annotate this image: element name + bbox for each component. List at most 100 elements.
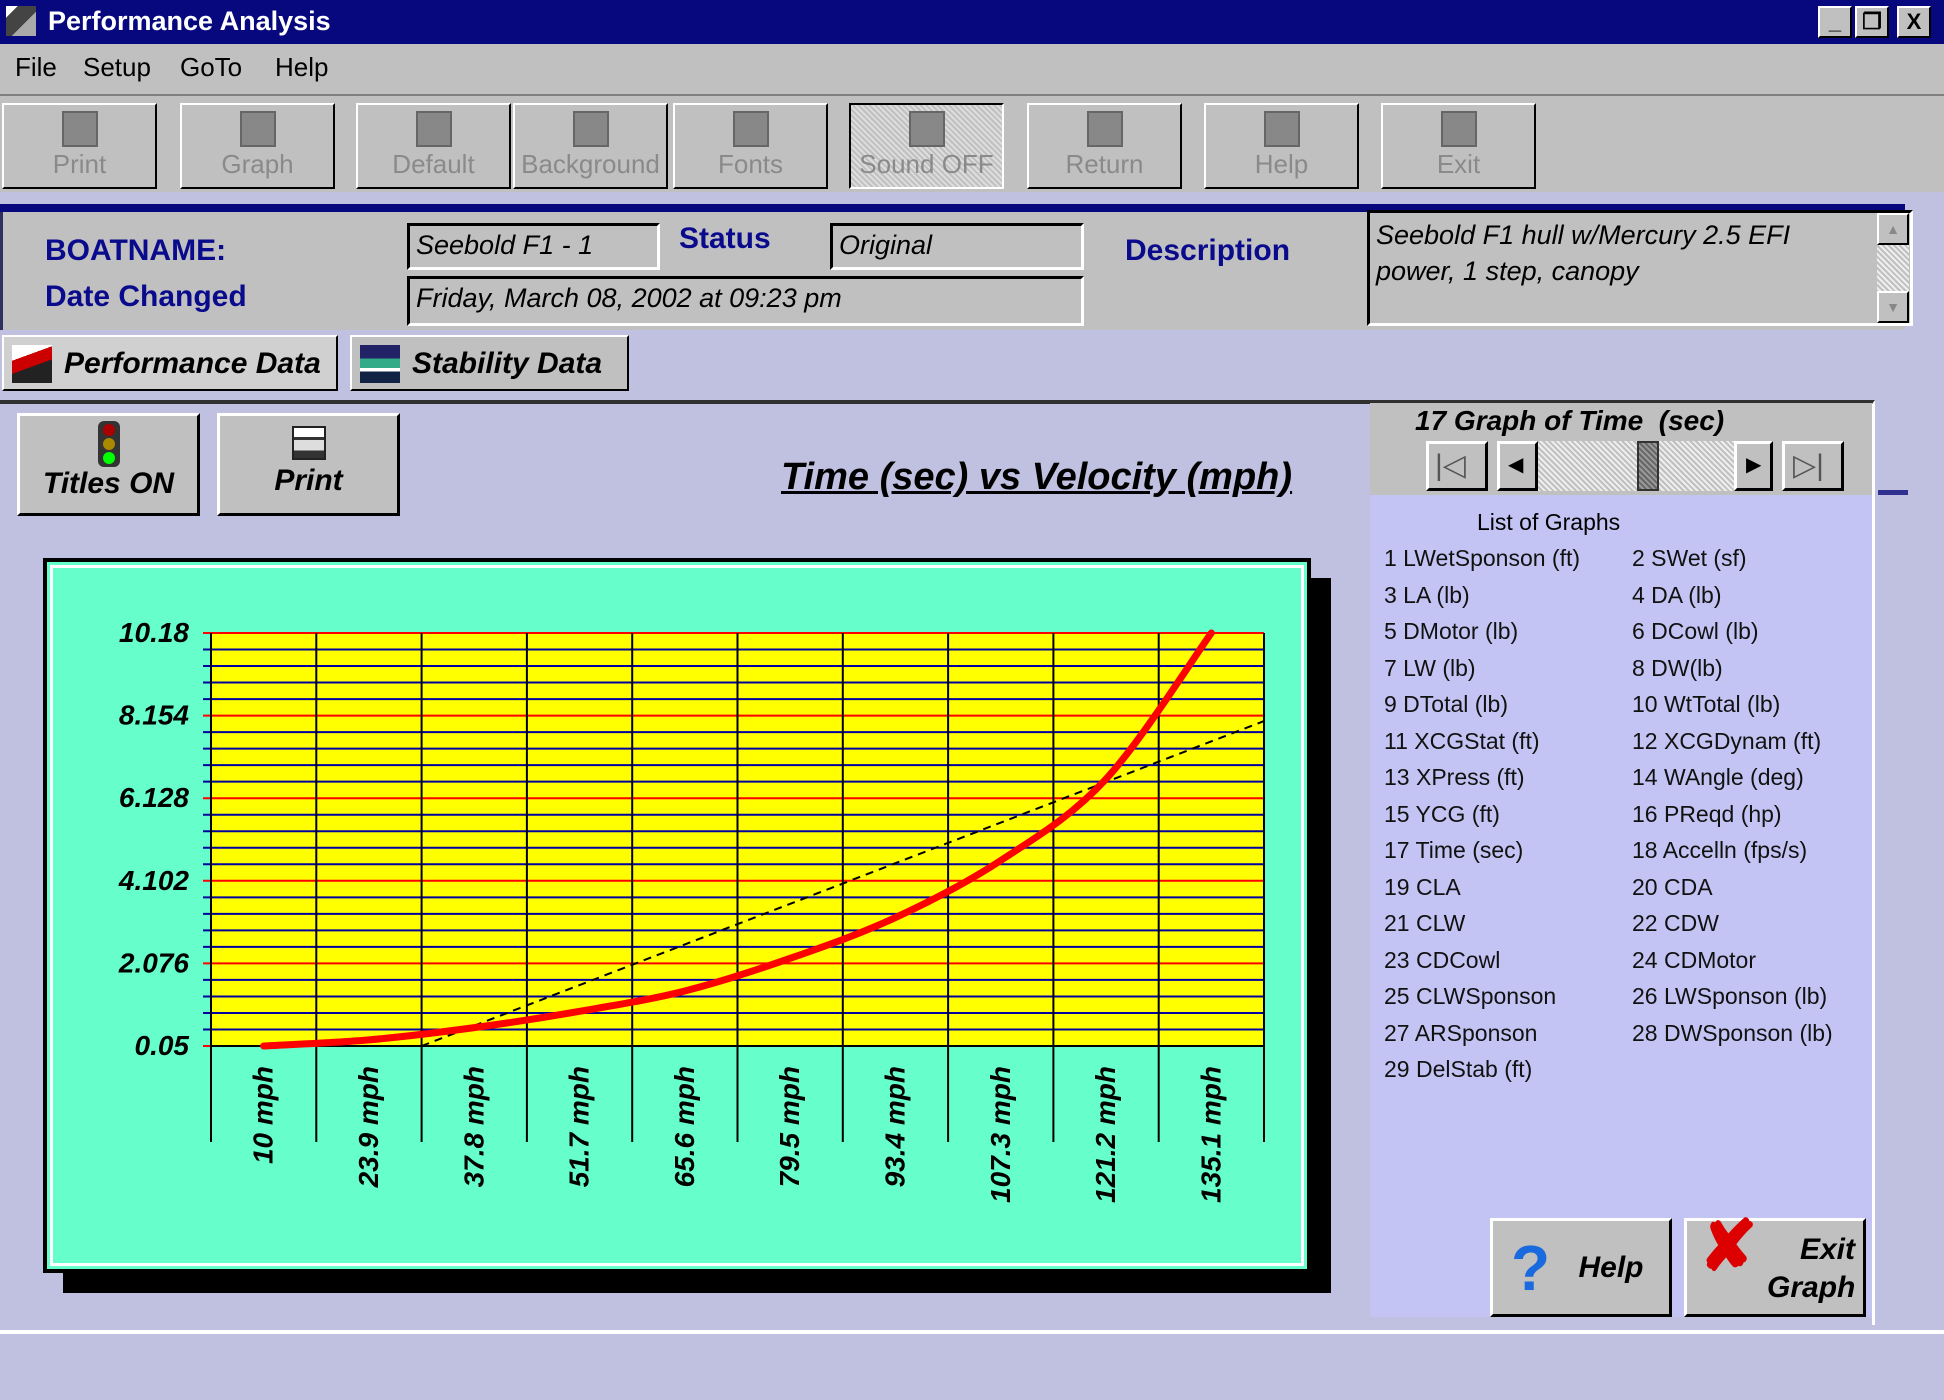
boatname-field[interactable]: Seebold F1 - 1	[407, 223, 660, 270]
scroll-up-icon[interactable]: ▲	[1877, 213, 1909, 245]
x-tick-label: 107.3 mph	[985, 1066, 1016, 1203]
help-button[interactable]: ? Help	[1490, 1218, 1672, 1317]
print-label: Print	[274, 464, 343, 497]
status-bar-divider	[0, 1330, 1944, 1334]
toolbar-label: Return	[1065, 149, 1144, 179]
menu-file[interactable]: File	[15, 52, 57, 83]
graph-list-item[interactable]: 4 DA (lb)	[1632, 582, 1721, 609]
graph-list-item[interactable]: 20 CDA	[1632, 874, 1713, 901]
scroll-down-icon[interactable]: ▼	[1877, 291, 1909, 323]
toolbar-fonts-button[interactable]: Fonts	[673, 103, 828, 189]
arrow-left-icon: ◀	[1508, 454, 1524, 476]
toolbar-exit-button[interactable]: Exit	[1381, 103, 1536, 189]
graph-list-item[interactable]: 6 DCowl (lb)	[1632, 618, 1759, 645]
close-button[interactable]: X	[1897, 6, 1931, 38]
background-icon	[572, 111, 609, 147]
sound-icon	[908, 111, 945, 147]
graph-list-item[interactable]: 26 LWSponson (lb)	[1632, 983, 1827, 1010]
graph-list-item[interactable]: 13 XPress (ft)	[1384, 764, 1525, 791]
graph-list-item[interactable]: 11 XCGStat (ft)	[1384, 728, 1540, 755]
x-tick-label: 65.6 mph	[669, 1066, 700, 1187]
x-tick-label: 79.5 mph	[774, 1066, 805, 1187]
graph-list-item[interactable]: 1 LWetSponson (ft)	[1384, 545, 1580, 572]
app-icon	[6, 6, 36, 36]
maximize-button[interactable]: ❐	[1855, 6, 1889, 38]
help-icon	[1263, 111, 1300, 147]
help-label: Help	[1578, 1251, 1644, 1284]
title-bar: Performance Analysis _ ❐ X	[0, 0, 1944, 44]
graph-list-item[interactable]: 18 Accelln (fps/s)	[1632, 837, 1807, 864]
x-tick-label: 37.8 mph	[458, 1066, 489, 1187]
titles-on-label: Titles ON	[42, 467, 175, 500]
minimize-button[interactable]: _	[1818, 6, 1852, 38]
menu-help[interactable]: Help	[275, 52, 328, 83]
graph-list-item[interactable]: 12 XCGDynam (ft)	[1632, 728, 1821, 755]
graph-list-item[interactable]: 28 DWSponson (lb)	[1632, 1020, 1833, 1047]
return-icon	[1086, 111, 1123, 147]
graph-list-item[interactable]: 5 DMotor (lb)	[1384, 618, 1518, 645]
toolbar-label: Fonts	[717, 149, 784, 179]
printer-icon	[61, 111, 98, 147]
menu-setup[interactable]: Setup	[83, 52, 151, 83]
navigator-header: 17 Graph of Time (sec) |◁ ◀ ▶ ▷|	[1370, 403, 1872, 495]
arrow-right-icon: ▶	[1746, 454, 1762, 476]
graph-list-item[interactable]: 23 CDCowl	[1384, 947, 1500, 974]
graph-list-item[interactable]: 25 CLWSponson	[1384, 983, 1556, 1010]
chart-frame: 0.05 2.076 4.102 6.128 8.154 10.18 10 mph 23.9 …	[43, 558, 1311, 1273]
last-icon: ▷|	[1793, 449, 1824, 482]
x-tick-label: 10 mph	[248, 1066, 279, 1164]
graph-list-item[interactable]: 10 WtTotal (lb)	[1632, 691, 1780, 718]
description-field[interactable]: Seebold F1 hull w/Mercury 2.5 EFI power,…	[1367, 210, 1913, 326]
menu-goto[interactable]: GoTo	[180, 52, 242, 83]
graph-list-item[interactable]: 2 SWet (sf)	[1632, 545, 1747, 572]
graph-list-item[interactable]: 17 Time (sec)	[1384, 837, 1523, 864]
stop-icon	[1440, 111, 1477, 147]
document-icon	[415, 111, 452, 147]
current-graph-title: 17 Graph of Time (sec)	[1415, 405, 1725, 436]
toolbar-default-button[interactable]: Default	[356, 103, 511, 189]
status-field[interactable]: Original	[830, 223, 1084, 270]
graph-list-item[interactable]: 29 DelStab (ft)	[1384, 1056, 1532, 1083]
graph-list-item[interactable]: 22 CDW	[1632, 910, 1719, 937]
titles-on-button[interactable]: Titles ON	[17, 413, 200, 516]
toolbar-return-button[interactable]: Return	[1027, 103, 1182, 189]
next-graph-button[interactable]: ▶	[1734, 441, 1773, 491]
previous-graph-button[interactable]: ◀	[1497, 441, 1538, 491]
y-tick-label: 2.076	[118, 947, 189, 978]
graph-list-item[interactable]: 15 YCG (ft)	[1384, 801, 1500, 828]
graph-list-item[interactable]: 9 DTotal (lb)	[1384, 691, 1508, 718]
graph-list-item[interactable]: 21 CLW	[1384, 910, 1465, 937]
graph-list-item[interactable]: 8 DW(lb)	[1632, 655, 1723, 682]
graph-list-item[interactable]: 19 CLA	[1384, 874, 1461, 901]
graph-slider-track[interactable]	[1538, 441, 1734, 491]
print-graph-button[interactable]: Print	[217, 413, 400, 516]
graph-list-item[interactable]: 3 LA (lb)	[1384, 582, 1470, 609]
red-x-icon: ✘	[1699, 1207, 1758, 1285]
boatname-label: BOATNAME:	[45, 234, 227, 267]
toolbar-print-button[interactable]: Print	[2, 103, 157, 189]
graph-list-item[interactable]: 16 PReqd (hp)	[1632, 801, 1782, 828]
chart-svg: 0.05 2.076 4.102 6.128 8.154 10.18 10 mph 23.9 …	[118, 617, 1265, 1203]
exit-graph-button[interactable]: ✘ Exit Graph	[1684, 1207, 1866, 1317]
toolbar-graph-button[interactable]: Graph	[180, 103, 335, 189]
description-scrollbar[interactable]: ▲ ▼	[1877, 213, 1909, 323]
toolbar-label: Print	[52, 149, 107, 179]
graph-list-item[interactable]: 24 CDMotor	[1632, 947, 1756, 974]
tab-stability-data[interactable]: Stability Data	[350, 335, 629, 391]
graph-list-item[interactable]: 14 WAngle (deg)	[1632, 764, 1804, 791]
tab-performance-data[interactable]: Performance Data	[2, 335, 338, 391]
window-title: Performance Analysis	[48, 6, 331, 36]
toolbar-help-button[interactable]: Help	[1204, 103, 1359, 189]
first-graph-button[interactable]: |◁	[1426, 441, 1488, 491]
graph-slider-thumb[interactable]	[1637, 441, 1660, 491]
toolbar-sound-off-button[interactable]: Sound OFF	[849, 103, 1004, 189]
date-changed-label: Date Changed	[45, 280, 247, 313]
chart-title: Time (sec) vs Velocity (mph)	[781, 456, 1293, 498]
date-changed-field[interactable]: Friday, March 08, 2002 at 09:23 pm	[407, 276, 1084, 326]
y-tick-label: 4.102	[118, 865, 189, 896]
toolbar-background-button[interactable]: Background	[513, 103, 668, 189]
graph-list-item[interactable]: 7 LW (lb)	[1384, 655, 1476, 682]
graph-list-item[interactable]: 27 ARSponson	[1384, 1020, 1537, 1047]
last-graph-button[interactable]: ▷|	[1782, 441, 1844, 491]
x-tick-label: 93.4 mph	[879, 1066, 910, 1187]
